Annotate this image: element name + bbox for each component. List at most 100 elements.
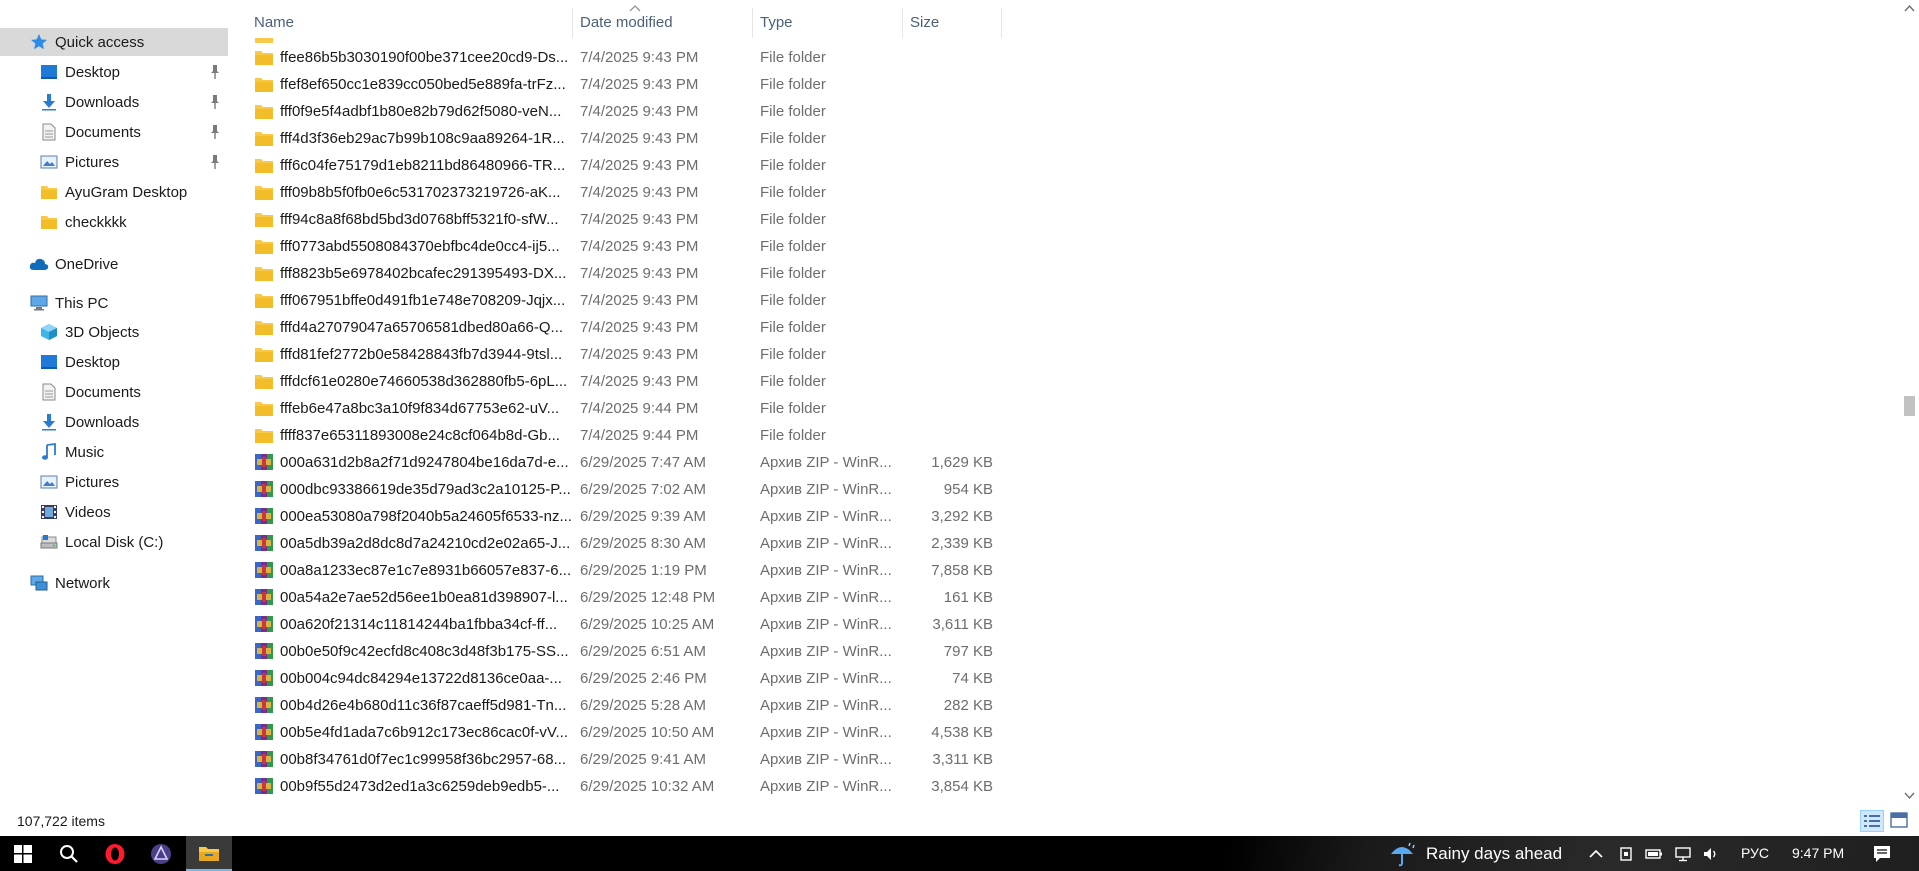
folder-row[interactable]: fffeb6e47a8bc3a10f9f834d67753e62-uV... 7/… (228, 394, 1008, 421)
folder-row[interactable]: fffd81fef2772b0e58428843fb7d3944-9tsl...… (228, 340, 1008, 367)
column-divider[interactable] (902, 8, 903, 38)
device-icon[interactable] (1617, 845, 1635, 863)
scroll-thumb[interactable] (1904, 396, 1915, 416)
nav-network[interactable]: Network (0, 569, 228, 597)
windows-logo-icon (14, 844, 32, 863)
action-center-icon[interactable] (1872, 844, 1892, 864)
network-status-icon[interactable] (1674, 845, 1692, 863)
nav-quick-item[interactable]: Pictures (0, 148, 228, 176)
clock[interactable]: 9:47 PM (1792, 845, 1844, 861)
folder-row[interactable]: fff0f9e5f4adbf1b80e82b79d62f5080-veN... 7… (228, 97, 1008, 124)
zip-file-row[interactable]: 00b9f55d2473d2ed1a3c6259deb9edb5-... 6/29… (228, 772, 1008, 799)
zip-file-row[interactable]: 00b004c94dc84294e13722d8136ce0aa-... 6/29… (228, 664, 1008, 691)
nav-pc-item[interactable]: Desktop (0, 348, 228, 376)
column-divider[interactable] (752, 8, 753, 38)
file-name: fff09b8b5f0fb0e6c531702373219726-aK... (280, 184, 561, 201)
details-view-button[interactable] (1860, 810, 1884, 832)
zip-file-row[interactable]: 00b4d26e4b680d11c36f87caeff5d981-Tn... 6/… (228, 691, 1008, 718)
battery-icon[interactable] (1645, 845, 1663, 863)
vertical-scrollbar[interactable] (1900, 0, 1919, 808)
zip-file-row[interactable]: 000ea53080a798f2040b5a24605f6533-nz... 6/… (228, 502, 1008, 529)
column-name[interactable]: Name (254, 14, 294, 31)
folder-row[interactable]: fff94c8a8f68bd5bd3d0768bff5321f0-sfW... 7… (228, 205, 1008, 232)
large-icons-view-button[interactable] (1888, 810, 1910, 832)
folder-row[interactable]: fffd4a27079047a65706581dbed80a66-Q... 7/4… (228, 313, 1008, 340)
nav-pc-item[interactable]: Music (0, 438, 228, 466)
zip-file-row[interactable]: 000a631d2b8a2f71d9247804be16da7d-e... 6/2… (228, 448, 1008, 475)
pin-icon[interactable] (208, 64, 222, 80)
volume-icon[interactable] (1702, 845, 1720, 863)
folder-row[interactable]: fffdcf61e0280e74660538d362880fb5-6pL... 7… (228, 367, 1008, 394)
folder-row[interactable]: fff4d3f36eb29ac7b99b108c9aa89264-1R... 7/… (228, 124, 1008, 151)
taskbar-app[interactable] (138, 836, 184, 871)
show-hidden-icons-icon[interactable] (1587, 845, 1605, 863)
search-button[interactable] (46, 836, 92, 871)
weather-text[interactable]: Rainy days ahead (1426, 844, 1562, 864)
folder-row[interactable]: ffee86b5b3030190f00be371cee20cd9-Ds... 7/… (228, 43, 1008, 70)
zip-file-row[interactable]: 00a5db39a2d8dc8d7a24210cd2e02a65-J... 6/2… (228, 529, 1008, 556)
winrar-zip-icon (254, 480, 274, 498)
folder-row[interactable]: fff067951bffe0d491fb1e748e708209-Jqjx...… (228, 286, 1008, 313)
zip-file-row[interactable]: 00a620f21314c11814244ba1fbba34cf-ff... 6/… (228, 610, 1008, 637)
nav-quick-item[interactable]: Downloads (0, 88, 228, 116)
nav-quick-item[interactable]: Documents (0, 118, 228, 146)
pin-icon[interactable] (208, 124, 222, 140)
nav-quick-item[interactable]: Desktop (0, 58, 228, 86)
cloud-icon (29, 254, 49, 274)
zip-file-row[interactable]: 00b5e4fd1ada7c6b912c173ec86cac0f-vV... 6/… (228, 718, 1008, 745)
zip-file-row[interactable]: 00b0e50f9c42ecfd8c408c3d48f3b175-SS... 6/… (228, 637, 1008, 664)
pin-icon[interactable] (208, 94, 222, 110)
folder-icon (254, 264, 274, 282)
nav-quick-access[interactable]: Quick access (0, 28, 228, 56)
folder-row[interactable]: fff0773abd5508084370ebfbc4de0cc4-ij5... 7… (228, 232, 1008, 259)
nav-pc-item[interactable]: Local Disk (C:) (0, 528, 228, 556)
zip-file-row[interactable]: 00a54a2e7ae52d56ee1b0ea81d398907-l... 6/2… (228, 583, 1008, 610)
rain-umbrella-icon[interactable] (1388, 840, 1416, 868)
column-divider[interactable] (572, 8, 573, 38)
nav-this-pc[interactable]: This PC (0, 289, 228, 317)
file-date-modified: 6/29/2025 12:48 PM (580, 589, 716, 606)
folder-row[interactable]: fff09b8b5f0fb0e6c531702373219726-aK... 7/… (228, 178, 1008, 205)
folder-icon (254, 102, 274, 120)
taskbar-opera[interactable] (92, 836, 138, 871)
column-divider[interactable] (1001, 8, 1002, 38)
file-name: fffd81fef2772b0e58428843fb7d3944-9tsl... (280, 346, 563, 363)
file-date-modified: 7/4/2025 9:43 PM (580, 292, 699, 309)
nav-label: Downloads (65, 413, 140, 431)
nav-pc-item[interactable]: Pictures (0, 468, 228, 496)
folder-row[interactable]: ffef8ef650cc1e839cc050bed5e889fa-trFz...… (228, 70, 1008, 97)
nav-pc-item[interactable]: Documents (0, 378, 228, 406)
nav-pc-item[interactable]: 3D Objects (0, 318, 228, 346)
nav-quick-item[interactable]: checkkkk (0, 208, 228, 236)
downloads-icon (39, 412, 59, 432)
nav-quick-item[interactable]: AyuGram Desktop (0, 178, 228, 206)
zip-file-row[interactable]: 00a8a1233ec87e1c7e8931b66057e837-6... 6/2… (228, 556, 1008, 583)
zip-file-row[interactable]: 00b8f34761d0f7ec1c99958f36bc2957-68... 6/… (228, 745, 1008, 772)
zip-file-row[interactable]: 000dbc93386619de35d79ad3c2a10125-P... 6/2… (228, 475, 1008, 502)
file-name: 00a8a1233ec87e1c7e8931b66057e837-6... (280, 562, 572, 579)
taskbar-file-explorer[interactable] (186, 836, 232, 871)
input-language[interactable]: РУС (1741, 845, 1769, 861)
start-button[interactable] (0, 836, 46, 871)
file-date-modified: 6/29/2025 8:30 AM (580, 535, 706, 552)
folder-row[interactable]: fff8823b5e6978402bcafec291395493-DX... 7/… (228, 259, 1008, 286)
folder-icon (39, 212, 59, 232)
nav-pc-item[interactable]: Videos (0, 498, 228, 526)
folder-row[interactable]: ffff837e65311893008e24c8cf064b8d-Gb... 7/… (228, 421, 1008, 448)
nav-pc-item[interactable]: Downloads (0, 408, 228, 436)
scroll-down-arrow-icon[interactable] (1904, 792, 1915, 800)
file-date-modified: 6/29/2025 6:51 AM (580, 643, 706, 660)
star-icon (29, 32, 49, 52)
folder-row[interactable]: fff6c04fe75179d1eb8211bd86480966-TR... 7/… (228, 151, 1008, 178)
column-type[interactable]: Type (760, 14, 793, 31)
file-date-modified: 7/4/2025 9:43 PM (580, 157, 699, 174)
nav-onedrive[interactable]: OneDrive (0, 250, 228, 278)
column-size[interactable]: Size (910, 14, 939, 31)
column-date-modified[interactable]: Date modified (580, 14, 673, 31)
file-size: 3,311 KB (932, 751, 993, 768)
file-name: 00b4d26e4b680d11c36f87caeff5d981-Tn... (280, 697, 567, 714)
file-name: fff94c8a8f68bd5bd3d0768bff5321f0-sfW... (280, 211, 559, 228)
folder-icon (254, 156, 274, 174)
scroll-up-arrow-icon[interactable] (1904, 4, 1915, 12)
pin-icon[interactable] (208, 154, 222, 170)
